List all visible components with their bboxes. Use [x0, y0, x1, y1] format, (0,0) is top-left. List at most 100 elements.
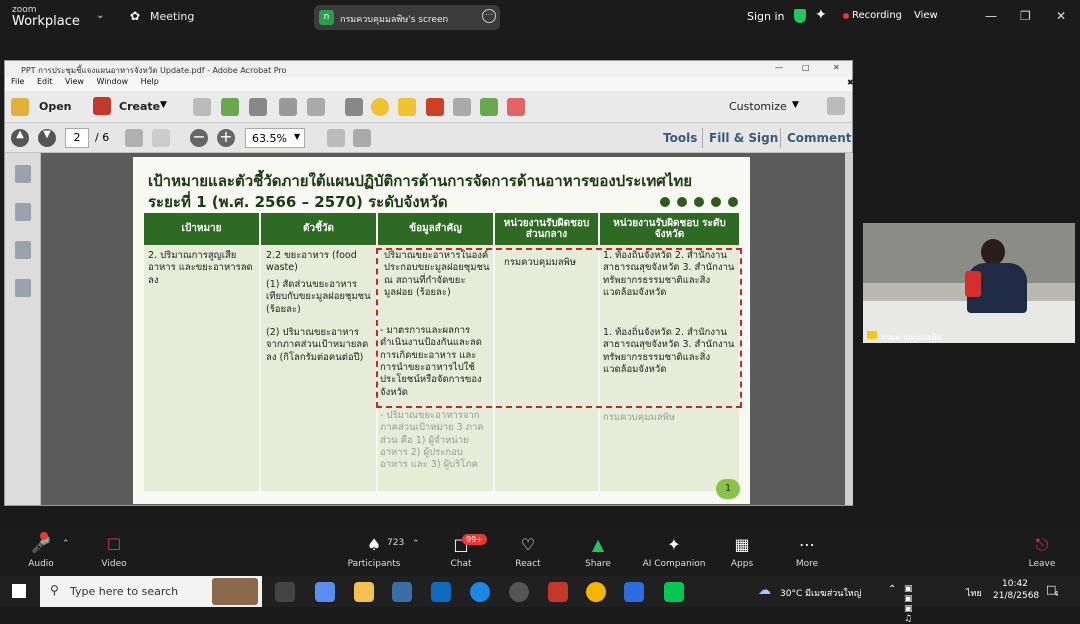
zoom-dropdown-icon[interactable]: ▼ — [294, 132, 300, 141]
ai-companion-button[interactable]: AI Companion — [634, 559, 714, 569]
close-icon[interactable]: ✕ — [1056, 9, 1066, 23]
open-folder-icon[interactable] — [11, 98, 29, 116]
email-icon[interactable] — [307, 98, 325, 116]
comment-tab[interactable]: Comment — [787, 131, 851, 145]
create-icon[interactable] — [93, 97, 111, 115]
apps-button[interactable]: Apps — [707, 559, 777, 569]
participant-video-tile[interactable]: กรมควบคุมมลพิษ — [863, 223, 1075, 343]
store-icon[interactable] — [392, 582, 412, 602]
participants-button[interactable]: Participants — [339, 559, 409, 569]
ai-sparkle-icon[interactable]: ✦ — [815, 7, 827, 23]
security-shield-icon[interactable] — [794, 9, 806, 23]
close-icon[interactable]: ✕ — [833, 63, 840, 72]
participants-options-icon[interactable]: ⌃ — [412, 539, 420, 549]
export-icon[interactable] — [480, 98, 498, 116]
extract-icon[interactable] — [453, 98, 471, 116]
page-down-icon[interactable]: ▼ — [38, 129, 56, 147]
fullscreen-icon[interactable] — [827, 97, 845, 115]
comment-bubble-icon[interactable] — [371, 98, 389, 116]
leave-button[interactable]: Leave — [1007, 559, 1077, 569]
tray-app-icons[interactable]: ▣ ▣ ▣ ♫ — [904, 584, 913, 624]
menu-edit[interactable]: Edit — [37, 77, 53, 86]
view-button[interactable]: View — [914, 10, 938, 21]
video-button[interactable]: Video — [79, 559, 149, 569]
more-icon[interactable]: ⋯ — [772, 535, 842, 554]
screen-share-pill[interactable]: n กรมควบคุมมลพิษ's screen ⋯ — [314, 5, 500, 30]
vertical-scrollbar[interactable] — [845, 153, 853, 505]
print-icon[interactable] — [249, 98, 267, 116]
customize-button[interactable]: Customize — [729, 100, 787, 113]
recording-label[interactable]: Recording — [852, 10, 902, 21]
hand-tool-icon[interactable] — [152, 129, 170, 147]
search-input[interactable]: Type here to search — [70, 585, 178, 598]
share-screen-icon[interactable]: ▲ — [563, 535, 633, 554]
video-off-icon[interactable]: ☐ — [79, 535, 149, 554]
ai-companion-icon[interactable]: ✦ — [639, 535, 709, 554]
apps-icon[interactable]: ▦ — [707, 535, 777, 554]
restore-icon[interactable]: ❐ — [1020, 9, 1031, 23]
menu-file[interactable]: File — [11, 77, 24, 86]
open-button[interactable]: Open — [39, 100, 72, 113]
tools-tab[interactable]: Tools — [663, 131, 697, 145]
create-button[interactable]: Create — [119, 100, 160, 113]
highlight-icon[interactable] — [398, 98, 416, 116]
menu-help[interactable]: Help — [141, 77, 159, 86]
audio-button[interactable]: Audio — [6, 559, 76, 569]
more-options-icon[interactable]: ⋯ — [482, 9, 496, 23]
taskbar-search[interactable]: ⚲ Type here to search — [40, 576, 262, 607]
edit-icon[interactable] — [279, 98, 297, 116]
close-doc-icon[interactable]: ✖ — [847, 78, 854, 87]
restore-icon[interactable]: □ — [802, 63, 810, 72]
chevron-down-icon[interactable]: ⌄ — [96, 10, 104, 21]
signal-icon — [867, 331, 877, 339]
leave-icon[interactable]: ⎋ — [1007, 535, 1077, 555]
share-button[interactable]: Share — [563, 559, 633, 569]
windows-start-icon[interactable] — [12, 584, 26, 598]
zoom-app-icon[interactable] — [624, 582, 644, 602]
zoom-out-icon[interactable]: − — [190, 129, 208, 147]
tray-overflow-icon[interactable]: ⌃ — [888, 584, 896, 595]
clock-time[interactable]: 10:42 — [1002, 579, 1028, 589]
weather-text[interactable]: 30°C มีเมฆส่วนใหญ่ — [780, 586, 861, 600]
clock-date[interactable]: 21/8/2568 — [993, 591, 1039, 601]
create-dropdown-icon[interactable]: ▼ — [160, 100, 167, 110]
customize-dropdown-icon[interactable]: ▼ — [792, 100, 799, 110]
chrome-icon[interactable] — [586, 582, 606, 602]
page-up-icon[interactable]: ▲ — [11, 129, 29, 147]
more-button[interactable]: More — [772, 559, 842, 569]
sign-icon[interactable] — [507, 98, 525, 116]
language-indicator[interactable]: ไทย — [966, 586, 982, 600]
fit-width-icon[interactable] — [327, 129, 345, 147]
zoom-in-icon[interactable]: + — [217, 129, 235, 147]
acrobat-icon[interactable] — [548, 582, 568, 602]
fill-sign-tab[interactable]: Fill & Sign — [709, 131, 778, 145]
fit-page-icon[interactable] — [353, 129, 371, 147]
attachments-icon[interactable] — [15, 241, 31, 259]
page-number-input[interactable]: 2 — [65, 128, 89, 148]
chat-button[interactable]: Chat — [426, 559, 496, 569]
audio-options-icon[interactable]: ⌃ — [62, 539, 70, 549]
minimize-icon[interactable]: — — [775, 63, 783, 72]
page-thumbnails-icon[interactable] — [15, 165, 31, 183]
minimize-icon[interactable]: — — [985, 9, 997, 23]
copilot-icon[interactable] — [315, 582, 335, 602]
settings-icon[interactable] — [345, 98, 363, 116]
upload-icon[interactable] — [221, 98, 239, 116]
signatures-icon[interactable] — [15, 279, 31, 297]
menu-view[interactable]: View — [65, 77, 84, 86]
outlook-icon[interactable] — [431, 582, 451, 602]
select-cursor-icon[interactable] — [125, 129, 143, 147]
edge-icon[interactable] — [470, 582, 490, 602]
file-explorer-icon[interactable] — [354, 582, 374, 602]
line-icon[interactable] — [664, 582, 684, 602]
app-icon[interactable] — [509, 582, 529, 602]
menu-window[interactable]: Window — [97, 77, 129, 86]
react-button[interactable]: React — [493, 559, 563, 569]
bookmarks-icon[interactable] — [15, 203, 31, 221]
meeting-label[interactable]: Meeting — [150, 10, 194, 23]
task-view-icon[interactable] — [275, 582, 295, 602]
save-icon[interactable] — [193, 98, 211, 116]
delete-page-icon[interactable] — [426, 98, 444, 116]
react-heart-icon[interactable]: ♡ — [493, 535, 563, 554]
sign-in-button[interactable]: Sign in — [747, 10, 785, 23]
